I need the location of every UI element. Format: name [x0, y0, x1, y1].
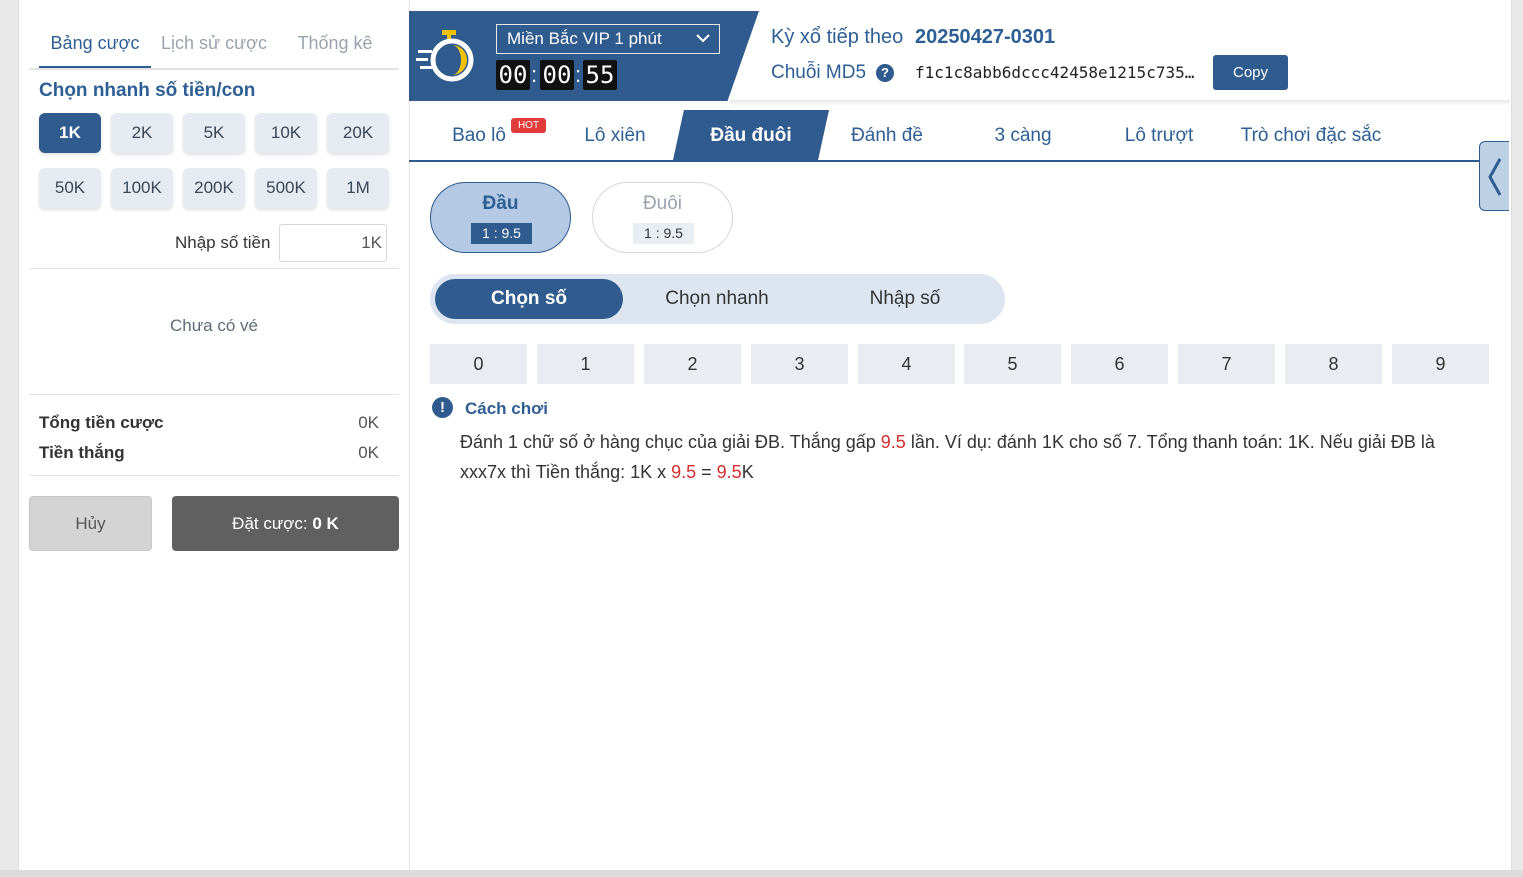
amount-chip-1k[interactable]: 1K — [39, 113, 101, 153]
divider — [29, 268, 399, 269]
next-draw-id: 20250427-0301 — [915, 26, 1056, 48]
md5-label: Chuỗi MD5 — [771, 62, 867, 83]
collapse-panel-button[interactable] — [1479, 141, 1509, 211]
howto-multiplier: 9.5 — [880, 432, 906, 452]
bet-type-dau[interactable]: Đầu 1 : 9.5 — [430, 182, 571, 253]
tab-lo-xien[interactable]: Lô xiên — [569, 110, 661, 160]
tab-bet-history[interactable]: Lịch sử cược — [159, 28, 269, 68]
info-icon: ! — [432, 397, 453, 418]
mode-quick-pick[interactable]: Chọn nhanh — [623, 279, 811, 319]
timer-separator: : — [575, 62, 582, 87]
winnings-label: Tiền thắng — [39, 443, 125, 462]
tab-lo-truot[interactable]: Lô trượt — [1109, 110, 1209, 160]
digit-button-9[interactable]: 9 — [1392, 344, 1489, 384]
bet-type-name: Đầu — [482, 193, 519, 214]
mode-enter-number[interactable]: Nhập số — [811, 279, 999, 319]
timer-seconds: 55 — [583, 60, 617, 90]
place-bet-button[interactable]: Đặt cược: 0 K — [172, 496, 399, 551]
winnings-value: 0K — [358, 443, 379, 462]
tab-danh-de[interactable]: Đánh đề — [839, 110, 935, 160]
game-select-dropdown[interactable]: Miền Bắc VIP 1 phút — [496, 24, 720, 54]
divider — [29, 475, 399, 476]
left-tabs: Bảng cược Lịch sử cược Thống kê — [29, 28, 399, 70]
tab-3-cang[interactable]: 3 càng — [979, 110, 1067, 160]
digit-button-6[interactable]: 6 — [1071, 344, 1168, 384]
chevron-down-icon — [696, 34, 710, 43]
empty-ticket-message: Chưa có vé — [170, 316, 258, 335]
howto-result: 9.5 — [716, 462, 742, 482]
bet-type-ratio: 1 : 9.5 — [633, 223, 694, 244]
help-icon[interactable]: ? — [876, 64, 894, 82]
how-to-play-text: Đánh 1 chữ số ở hàng chục của giải ĐB. T… — [460, 427, 1480, 487]
digit-button-8[interactable]: 8 — [1285, 344, 1382, 384]
howto-text: K — [741, 462, 754, 482]
digit-button-5[interactable]: 5 — [964, 344, 1061, 384]
tab-special-games[interactable]: Trò chơi đặc sắc — [1231, 110, 1391, 160]
amount-chip-1m[interactable]: 1M — [327, 168, 389, 208]
cancel-button[interactable]: Hủy — [29, 496, 152, 551]
total-bet-label: Tổng tiền cược — [39, 413, 164, 432]
md5-hash: f1c1c8abb6dccc42458e1215c735... — [915, 63, 1200, 82]
amount-chip-5k[interactable]: 5K — [183, 113, 245, 153]
bet-type-duoi[interactable]: Đuôi 1 : 9.5 — [592, 182, 733, 253]
game-select-value: Miền Bắc VIP 1 phút — [507, 29, 662, 48]
bet-type-name: Đuôi — [642, 193, 683, 214]
hot-badge: HOT — [511, 118, 546, 133]
timer-separator: : — [531, 62, 538, 87]
amount-chip-20k[interactable]: 20K — [327, 113, 389, 153]
tab-dau-duoi[interactable]: Đầu đuôi — [673, 110, 829, 160]
timer-minutes: 00 — [540, 60, 574, 90]
place-bet-amount: 0 K — [312, 514, 339, 533]
howto-text: = — [696, 462, 717, 482]
stopwatch-icon — [416, 30, 474, 82]
quick-amount-title: Chọn nhanh số tiền/con — [39, 80, 256, 101]
bottom-scrollbar[interactable] — [0, 870, 1523, 877]
game-type-tabs: Bao lô Lô xiên Đầu đuôi Đánh đề 3 càng L… — [409, 110, 1479, 162]
amount-chip-2k[interactable]: 2K — [111, 113, 173, 153]
amount-input-label: Nhập số tiền — [175, 233, 271, 252]
tab-statistics[interactable]: Thống kê — [287, 28, 383, 68]
amount-chip-50k[interactable]: 50K — [39, 168, 101, 208]
copy-md5-button[interactable]: Copy — [1213, 55, 1288, 90]
amount-chip-100k[interactable]: 100K — [111, 168, 173, 208]
total-bet-value: 0K — [358, 413, 379, 432]
amount-chip-500k[interactable]: 500K — [255, 168, 317, 208]
header-shadow — [730, 100, 1510, 106]
amount-chip-10k[interactable]: 10K — [255, 113, 317, 153]
divider — [29, 394, 399, 395]
digit-button-3[interactable]: 3 — [751, 344, 848, 384]
digit-button-4[interactable]: 4 — [858, 344, 955, 384]
howto-text: Đánh 1 chữ số ở hàng chục của giải ĐB. T… — [460, 432, 881, 452]
digit-button-1[interactable]: 1 — [537, 344, 634, 384]
tab-bet-slip[interactable]: Bảng cược — [39, 28, 151, 68]
bet-type-ratio: 1 : 9.5 — [471, 223, 532, 244]
timer-hours: 00 — [496, 60, 530, 90]
how-to-play-title: Cách chơi — [465, 399, 548, 418]
digit-button-0[interactable]: 0 — [430, 344, 527, 384]
chevron-left-icon — [1488, 158, 1502, 196]
howto-multiplier: 9.5 — [671, 462, 697, 482]
next-draw-label: Kỳ xổ tiếp theo — [771, 26, 904, 48]
place-bet-label: Đặt cược: — [232, 514, 308, 533]
digit-button-7[interactable]: 7 — [1178, 344, 1275, 384]
input-mode-selector: Chọn số Chọn nhanh Nhập số — [430, 274, 1005, 324]
bet-slip-panel: Bảng cược Lịch sử cược Thống kê Chọn nha… — [19, 0, 410, 870]
digit-button-2[interactable]: 2 — [644, 344, 741, 384]
amount-input[interactable] — [279, 224, 387, 262]
amount-chip-200k[interactable]: 200K — [183, 168, 245, 208]
mode-pick-number[interactable]: Chọn số — [435, 279, 623, 319]
